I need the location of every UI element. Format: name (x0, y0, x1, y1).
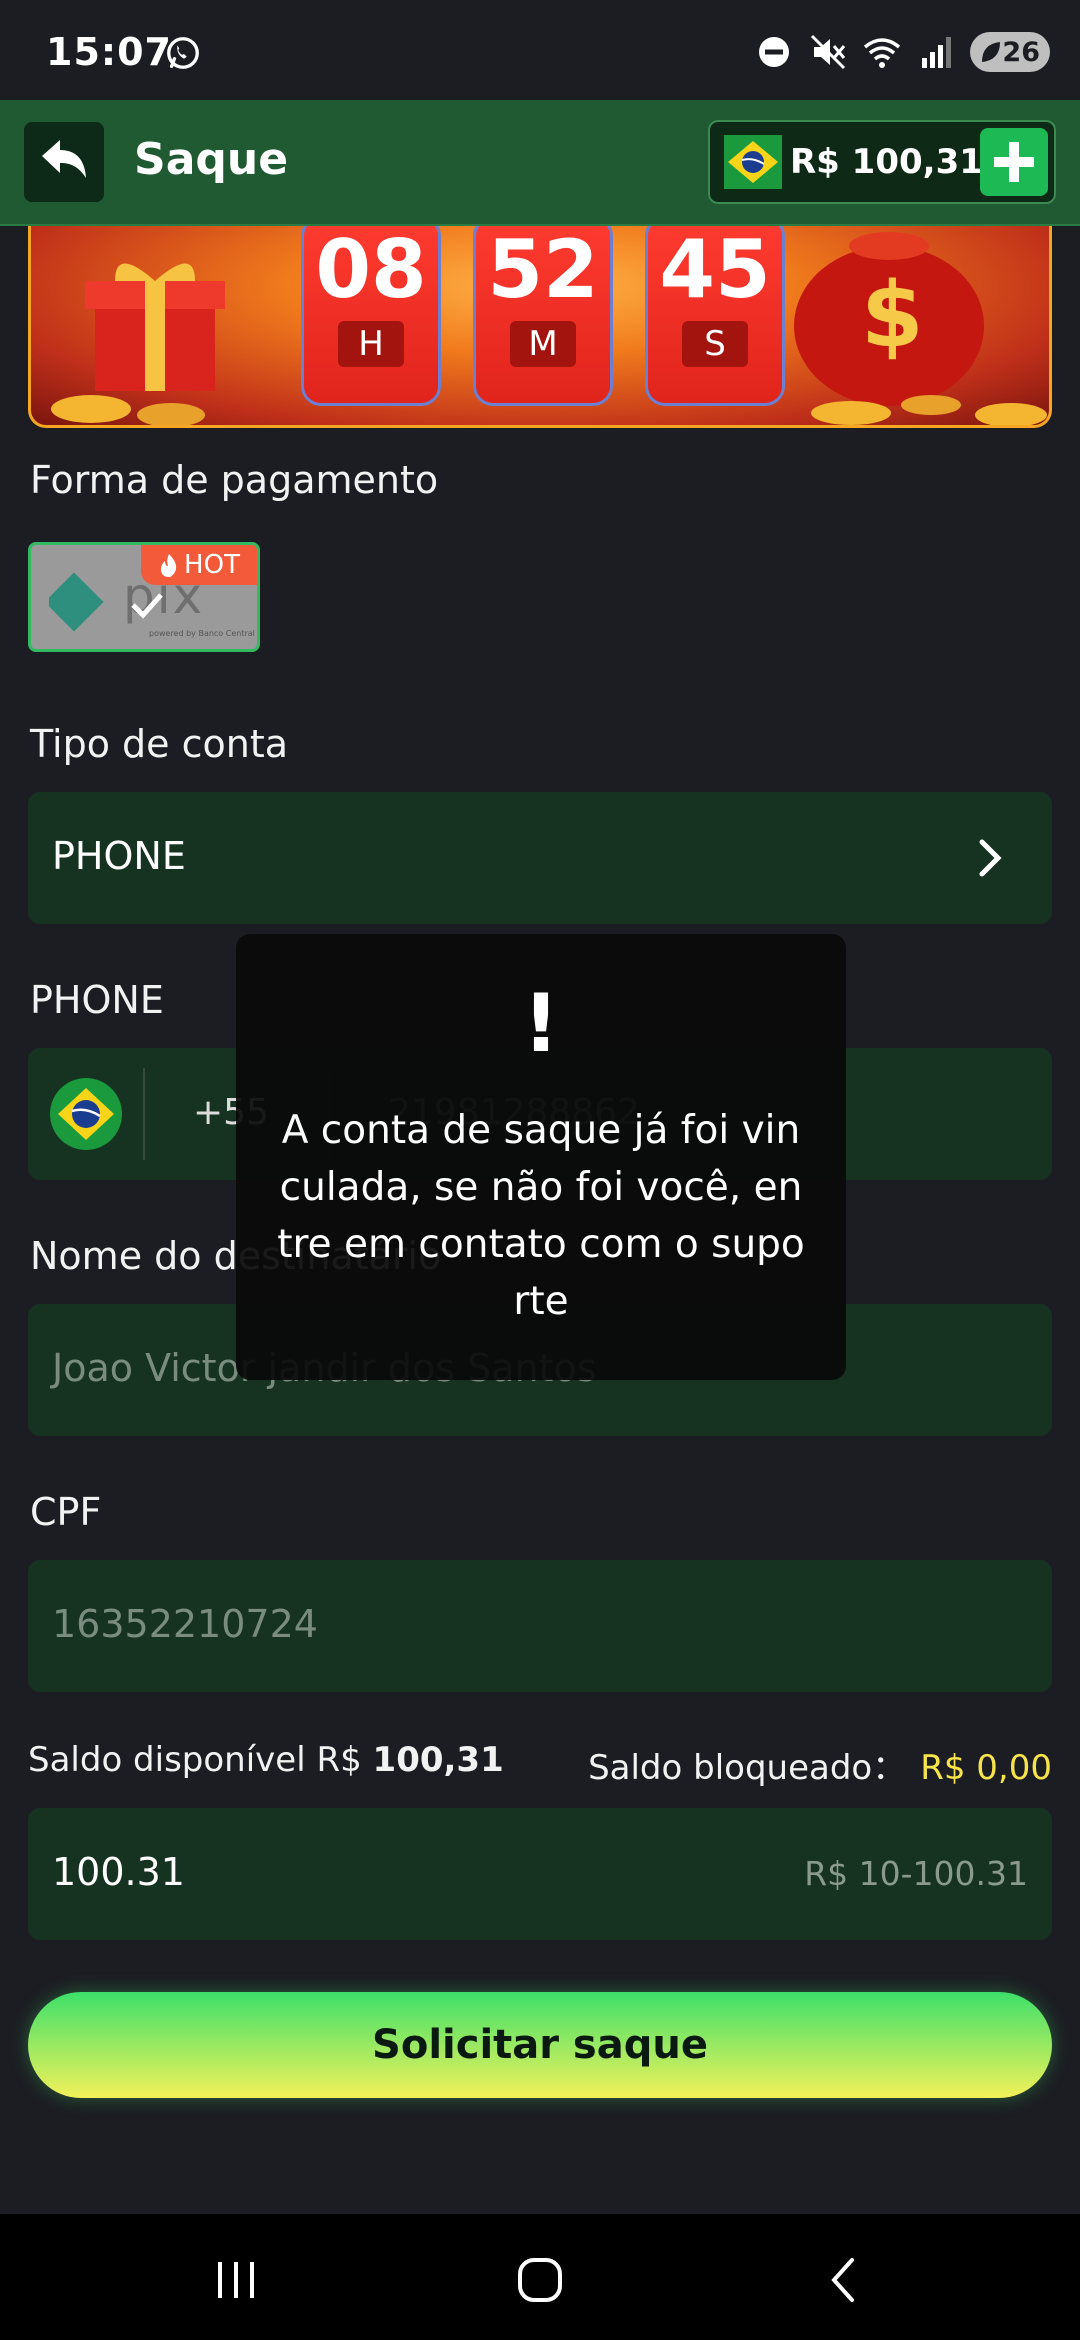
power-saving-icon (982, 42, 1000, 62)
battery-level: 26 (1002, 36, 1040, 68)
toast-message: A conta de saque já foi vinculada, se nã… (277, 1108, 805, 1324)
timer-minutes-unit: M (510, 321, 576, 367)
deposit-button[interactable] (980, 128, 1048, 196)
hot-badge: HOT (141, 545, 257, 585)
request-withdraw-button[interactable]: Solicitar saque (28, 1992, 1052, 2098)
whatsapp-icon (167, 37, 199, 69)
available-balance-label: Saldo disponível R$ (28, 1740, 362, 1780)
back-arrow-icon (42, 140, 86, 178)
mute-icon (810, 34, 846, 70)
recent-apps-icon[interactable] (206, 2250, 266, 2310)
pix-subtitle: powered by Banco Central (149, 629, 255, 638)
battery-icon: 26 (970, 32, 1050, 72)
withdraw-screen: 15:07 26 Saque R$ 100,31 $ 08 H 52 M 45 … (0, 0, 1080, 2340)
status-icons: 26 (754, 30, 1050, 74)
back-button[interactable] (24, 122, 104, 202)
do-not-disturb-icon (759, 37, 789, 67)
home-icon[interactable] (510, 2250, 570, 2310)
amount-range: R$ 10-100.31 (804, 1854, 1028, 1893)
brazil-flag-icon[interactable] (50, 1078, 122, 1150)
cpf-label: CPF (30, 1490, 102, 1534)
cpf-field[interactable]: 16352210724 (28, 1560, 1052, 1692)
timer-minutes-value: 52 (487, 226, 599, 316)
payment-method-label: Forma de pagamento (30, 458, 439, 502)
amount-input[interactable]: 100.31 R$ 10-100.31 (28, 1808, 1052, 1940)
phone-divider (143, 1068, 145, 1160)
chevron-right-icon (979, 839, 1002, 877)
pix-logo-icon (49, 572, 104, 632)
exclamation-icon: ! (522, 977, 560, 1070)
header-balance: R$ 100,31 (790, 142, 983, 182)
available-balance-value: 100,31 (372, 1740, 504, 1780)
phone-label: PHONE (30, 978, 164, 1022)
promo-banner[interactable]: $ 08 H 52 M 45 S (28, 226, 1052, 428)
account-type-value: PHONE (52, 834, 186, 878)
page-title: Saque (134, 134, 289, 185)
brazil-flag-icon (724, 135, 782, 189)
system-nav-bar (0, 2214, 1080, 2340)
blocked-balance: Saldo bloqueado： R$ 0,00 (588, 1740, 1052, 1789)
plus-icon (994, 142, 1034, 182)
cpf-value: 16352210724 (52, 1602, 318, 1646)
status-time: 15:07 (46, 30, 172, 74)
timer-minutes: 52 M (473, 226, 613, 406)
timer-hours-value: 08 (315, 226, 427, 316)
balance-box: R$ 100,31 (708, 120, 1056, 204)
hot-badge-label: HOT (184, 550, 240, 580)
wifi-icon (863, 38, 901, 68)
amount-value: 100.31 (52, 1850, 185, 1894)
available-balance: Saldo disponível R$ 100,31 (28, 1740, 504, 1780)
signal-icon (922, 37, 951, 68)
status-bar: 15:07 26 (0, 0, 1080, 100)
timer-seconds-unit: S (682, 321, 748, 367)
account-type-select[interactable]: PHONE (28, 792, 1052, 924)
check-icon (131, 593, 163, 619)
app-header: Saque R$ 100,31 (0, 100, 1080, 226)
pix-payment-option[interactable]: pix powered by Banco Central HOT (28, 542, 260, 652)
timer-seconds: 45 S (645, 226, 785, 406)
timer-hours: 08 H (301, 226, 441, 406)
back-nav-icon[interactable] (814, 2250, 874, 2310)
timer-hours-unit: H (338, 321, 404, 367)
flame-icon (161, 554, 177, 577)
timer-seconds-value: 45 (659, 226, 771, 316)
balance-row: Saldo disponível R$ 100,31 Saldo bloquea… (28, 1740, 1052, 1788)
svg-text:$: $ (861, 263, 924, 368)
blocked-balance-value: R$ 0,00 (920, 1748, 1052, 1788)
alert-toast: ! A conta de saque já foi vinculada, se … (236, 934, 846, 1380)
blocked-balance-label: Saldo bloqueado： (588, 1748, 907, 1788)
account-type-label: Tipo de conta (30, 722, 289, 766)
